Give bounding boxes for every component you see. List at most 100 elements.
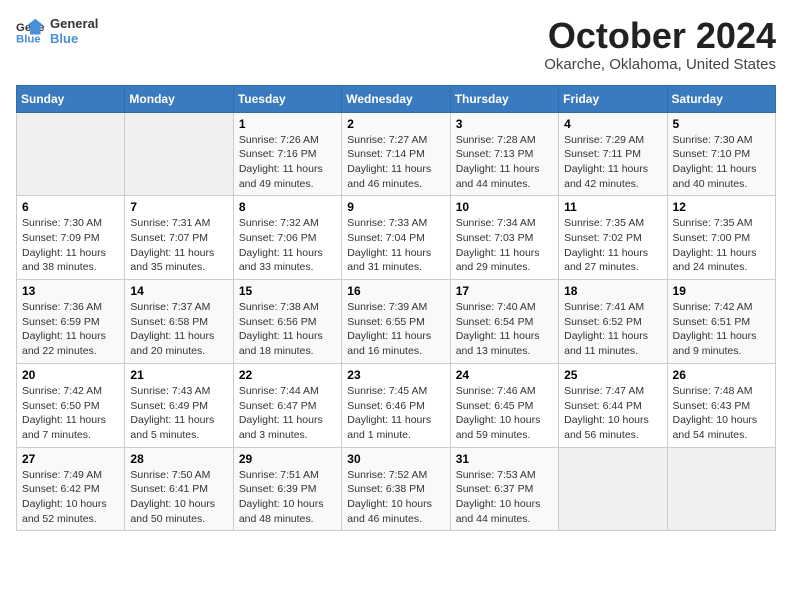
day-number: 14: [130, 284, 227, 298]
table-row: 10Sunrise: 7:34 AMSunset: 7:03 PMDayligh…: [450, 196, 558, 280]
col-thursday: Thursday: [450, 85, 558, 112]
day-number: 21: [130, 368, 227, 382]
table-row: 16 Sunrise: 7:39 AMSunset: 6:55 PMDayligh…: [342, 280, 450, 364]
day-number: 30: [347, 452, 444, 466]
col-monday: Monday: [125, 85, 233, 112]
day-number: 23: [347, 368, 444, 382]
logo-line1: General: [50, 16, 98, 31]
day-detail: Sunrise: 7:34 AMSunset: 7:03 PMDaylight:…: [456, 216, 553, 275]
table-row: 27 Sunrise: 7:49 AMSunset: 6:42 PMDayligh…: [17, 447, 125, 531]
day-number: 8: [239, 200, 336, 214]
day-detail: Sunrise: 7:31 AMSunset: 7:07 PMDaylight:…: [130, 216, 227, 275]
svg-text:Blue: Blue: [16, 33, 41, 45]
day-number: 26: [673, 368, 770, 382]
day-number: 11: [564, 200, 661, 214]
location-subtitle: Okarche, Oklahoma, United States: [544, 56, 776, 73]
table-row: 14 Sunrise: 7:37 AMSunset: 6:58 PMDayligh…: [125, 280, 233, 364]
day-number: 31: [456, 452, 553, 466]
table-row: 30 Sunrise: 7:52 AMSunset: 6:38 PMDayligh…: [342, 447, 450, 531]
table-row: 20Sunrise: 7:42 AMSunset: 6:50 PMDayligh…: [17, 363, 125, 447]
day-number: 6: [22, 200, 119, 214]
table-row: 19Sunrise: 7:42 AMSunset: 6:51 PMDayligh…: [667, 280, 775, 364]
day-number: 2: [347, 117, 444, 131]
day-detail: Sunrise: 7:38 AMSunset: 6:56 PMDaylight:…: [239, 300, 336, 359]
day-number: 18: [564, 284, 661, 298]
calendar-week-row: 20Sunrise: 7:42 AMSunset: 6:50 PMDayligh…: [17, 363, 776, 447]
col-friday: Friday: [559, 85, 667, 112]
title-block: October 2024 Okarche, Oklahoma, United S…: [544, 16, 776, 73]
col-sunday: Sunday: [17, 85, 125, 112]
table-row: 21 Sunrise: 7:43 AMSunset: 6:49 PMDayligh…: [125, 363, 233, 447]
day-detail: Sunrise: 7:48 AMSunset: 6:43 PMDaylight:…: [673, 384, 770, 443]
day-detail: Sunrise: 7:52 AMSunset: 6:38 PMDaylight:…: [347, 468, 444, 527]
table-row: 31 Sunrise: 7:53 AMSunset: 6:37 PMDayligh…: [450, 447, 558, 531]
day-number: 4: [564, 117, 661, 131]
table-row: [559, 447, 667, 531]
page-header: General Blue General Blue October 2024 O…: [16, 16, 776, 73]
day-detail: Sunrise: 7:33 AMSunset: 7:04 PMDaylight:…: [347, 216, 444, 275]
table-row: 23Sunrise: 7:45 AMSunset: 6:46 PMDayligh…: [342, 363, 450, 447]
col-tuesday: Tuesday: [233, 85, 341, 112]
table-row: 11 Sunrise: 7:35 AMSunset: 7:02 PMDayligh…: [559, 196, 667, 280]
table-row: 18Sunrise: 7:41 AMSunset: 6:52 PMDayligh…: [559, 280, 667, 364]
day-number: 7: [130, 200, 227, 214]
col-wednesday: Wednesday: [342, 85, 450, 112]
calendar-header-row: Sunday Monday Tuesday Wednesday Thursday…: [17, 85, 776, 112]
calendar-week-row: 1 Sunrise: 7:26 AMSunset: 7:16 PMDaylight…: [17, 112, 776, 196]
day-detail: Sunrise: 7:35 AMSunset: 7:00 PMDaylight:…: [673, 216, 770, 275]
table-row: 24 Sunrise: 7:46 AMSunset: 6:45 PMDayligh…: [450, 363, 558, 447]
table-row: [125, 112, 233, 196]
day-detail: Sunrise: 7:40 AMSunset: 6:54 PMDaylight:…: [456, 300, 553, 359]
calendar-week-row: 13Sunrise: 7:36 AMSunset: 6:59 PMDayligh…: [17, 280, 776, 364]
table-row: 25 Sunrise: 7:47 AMSunset: 6:44 PMDayligh…: [559, 363, 667, 447]
col-saturday: Saturday: [667, 85, 775, 112]
day-detail: Sunrise: 7:30 AMSunset: 7:09 PMDaylight:…: [22, 216, 119, 275]
day-number: 19: [673, 284, 770, 298]
day-number: 3: [456, 117, 553, 131]
day-number: 12: [673, 200, 770, 214]
table-row: 1 Sunrise: 7:26 AMSunset: 7:16 PMDaylight…: [233, 112, 341, 196]
table-row: 3 Sunrise: 7:28 AMSunset: 7:13 PMDaylight…: [450, 112, 558, 196]
logo-line2: Blue: [50, 31, 98, 46]
day-detail: Sunrise: 7:27 AMSunset: 7:14 PMDaylight:…: [347, 133, 444, 192]
day-number: 24: [456, 368, 553, 382]
day-detail: Sunrise: 7:39 AMSunset: 6:55 PMDaylight:…: [347, 300, 444, 359]
table-row: 7 Sunrise: 7:31 AMSunset: 7:07 PMDaylight…: [125, 196, 233, 280]
table-row: 12 Sunrise: 7:35 AMSunset: 7:00 PMDayligh…: [667, 196, 775, 280]
day-detail: Sunrise: 7:30 AMSunset: 7:10 PMDaylight:…: [673, 133, 770, 192]
day-number: 15: [239, 284, 336, 298]
day-detail: Sunrise: 7:28 AMSunset: 7:13 PMDaylight:…: [456, 133, 553, 192]
day-number: 16: [347, 284, 444, 298]
logo-icon: General Blue: [16, 17, 44, 45]
day-detail: Sunrise: 7:43 AMSunset: 6:49 PMDaylight:…: [130, 384, 227, 443]
calendar-week-row: 6 Sunrise: 7:30 AMSunset: 7:09 PMDaylight…: [17, 196, 776, 280]
table-row: 15 Sunrise: 7:38 AMSunset: 6:56 PMDayligh…: [233, 280, 341, 364]
day-detail: Sunrise: 7:37 AMSunset: 6:58 PMDaylight:…: [130, 300, 227, 359]
day-detail: Sunrise: 7:47 AMSunset: 6:44 PMDaylight:…: [564, 384, 661, 443]
table-row: 29 Sunrise: 7:51 AMSunset: 6:39 PMDayligh…: [233, 447, 341, 531]
day-number: 1: [239, 117, 336, 131]
day-detail: Sunrise: 7:36 AMSunset: 6:59 PMDaylight:…: [22, 300, 119, 359]
day-detail: Sunrise: 7:51 AMSunset: 6:39 PMDaylight:…: [239, 468, 336, 527]
day-detail: Sunrise: 7:44 AMSunset: 6:47 PMDaylight:…: [239, 384, 336, 443]
day-detail: Sunrise: 7:42 AMSunset: 6:50 PMDaylight:…: [22, 384, 119, 443]
day-detail: Sunrise: 7:49 AMSunset: 6:42 PMDaylight:…: [22, 468, 119, 527]
table-row: 26 Sunrise: 7:48 AMSunset: 6:43 PMDayligh…: [667, 363, 775, 447]
day-detail: Sunrise: 7:35 AMSunset: 7:02 PMDaylight:…: [564, 216, 661, 275]
day-number: 29: [239, 452, 336, 466]
day-detail: Sunrise: 7:46 AMSunset: 6:45 PMDaylight:…: [456, 384, 553, 443]
day-number: 25: [564, 368, 661, 382]
day-detail: Sunrise: 7:29 AMSunset: 7:11 PMDaylight:…: [564, 133, 661, 192]
table-row: 9 Sunrise: 7:33 AMSunset: 7:04 PMDaylight…: [342, 196, 450, 280]
table-row: 6 Sunrise: 7:30 AMSunset: 7:09 PMDaylight…: [17, 196, 125, 280]
day-number: 9: [347, 200, 444, 214]
table-row: 17Sunrise: 7:40 AMSunset: 6:54 PMDayligh…: [450, 280, 558, 364]
day-number: 5: [673, 117, 770, 131]
day-detail: Sunrise: 7:32 AMSunset: 7:06 PMDaylight:…: [239, 216, 336, 275]
day-detail: Sunrise: 7:53 AMSunset: 6:37 PMDaylight:…: [456, 468, 553, 527]
day-detail: Sunrise: 7:50 AMSunset: 6:41 PMDaylight:…: [130, 468, 227, 527]
logo: General Blue General Blue: [16, 16, 98, 46]
table-row: 4 Sunrise: 7:29 AMSunset: 7:11 PMDaylight…: [559, 112, 667, 196]
day-number: 27: [22, 452, 119, 466]
day-detail: Sunrise: 7:26 AMSunset: 7:16 PMDaylight:…: [239, 133, 336, 192]
